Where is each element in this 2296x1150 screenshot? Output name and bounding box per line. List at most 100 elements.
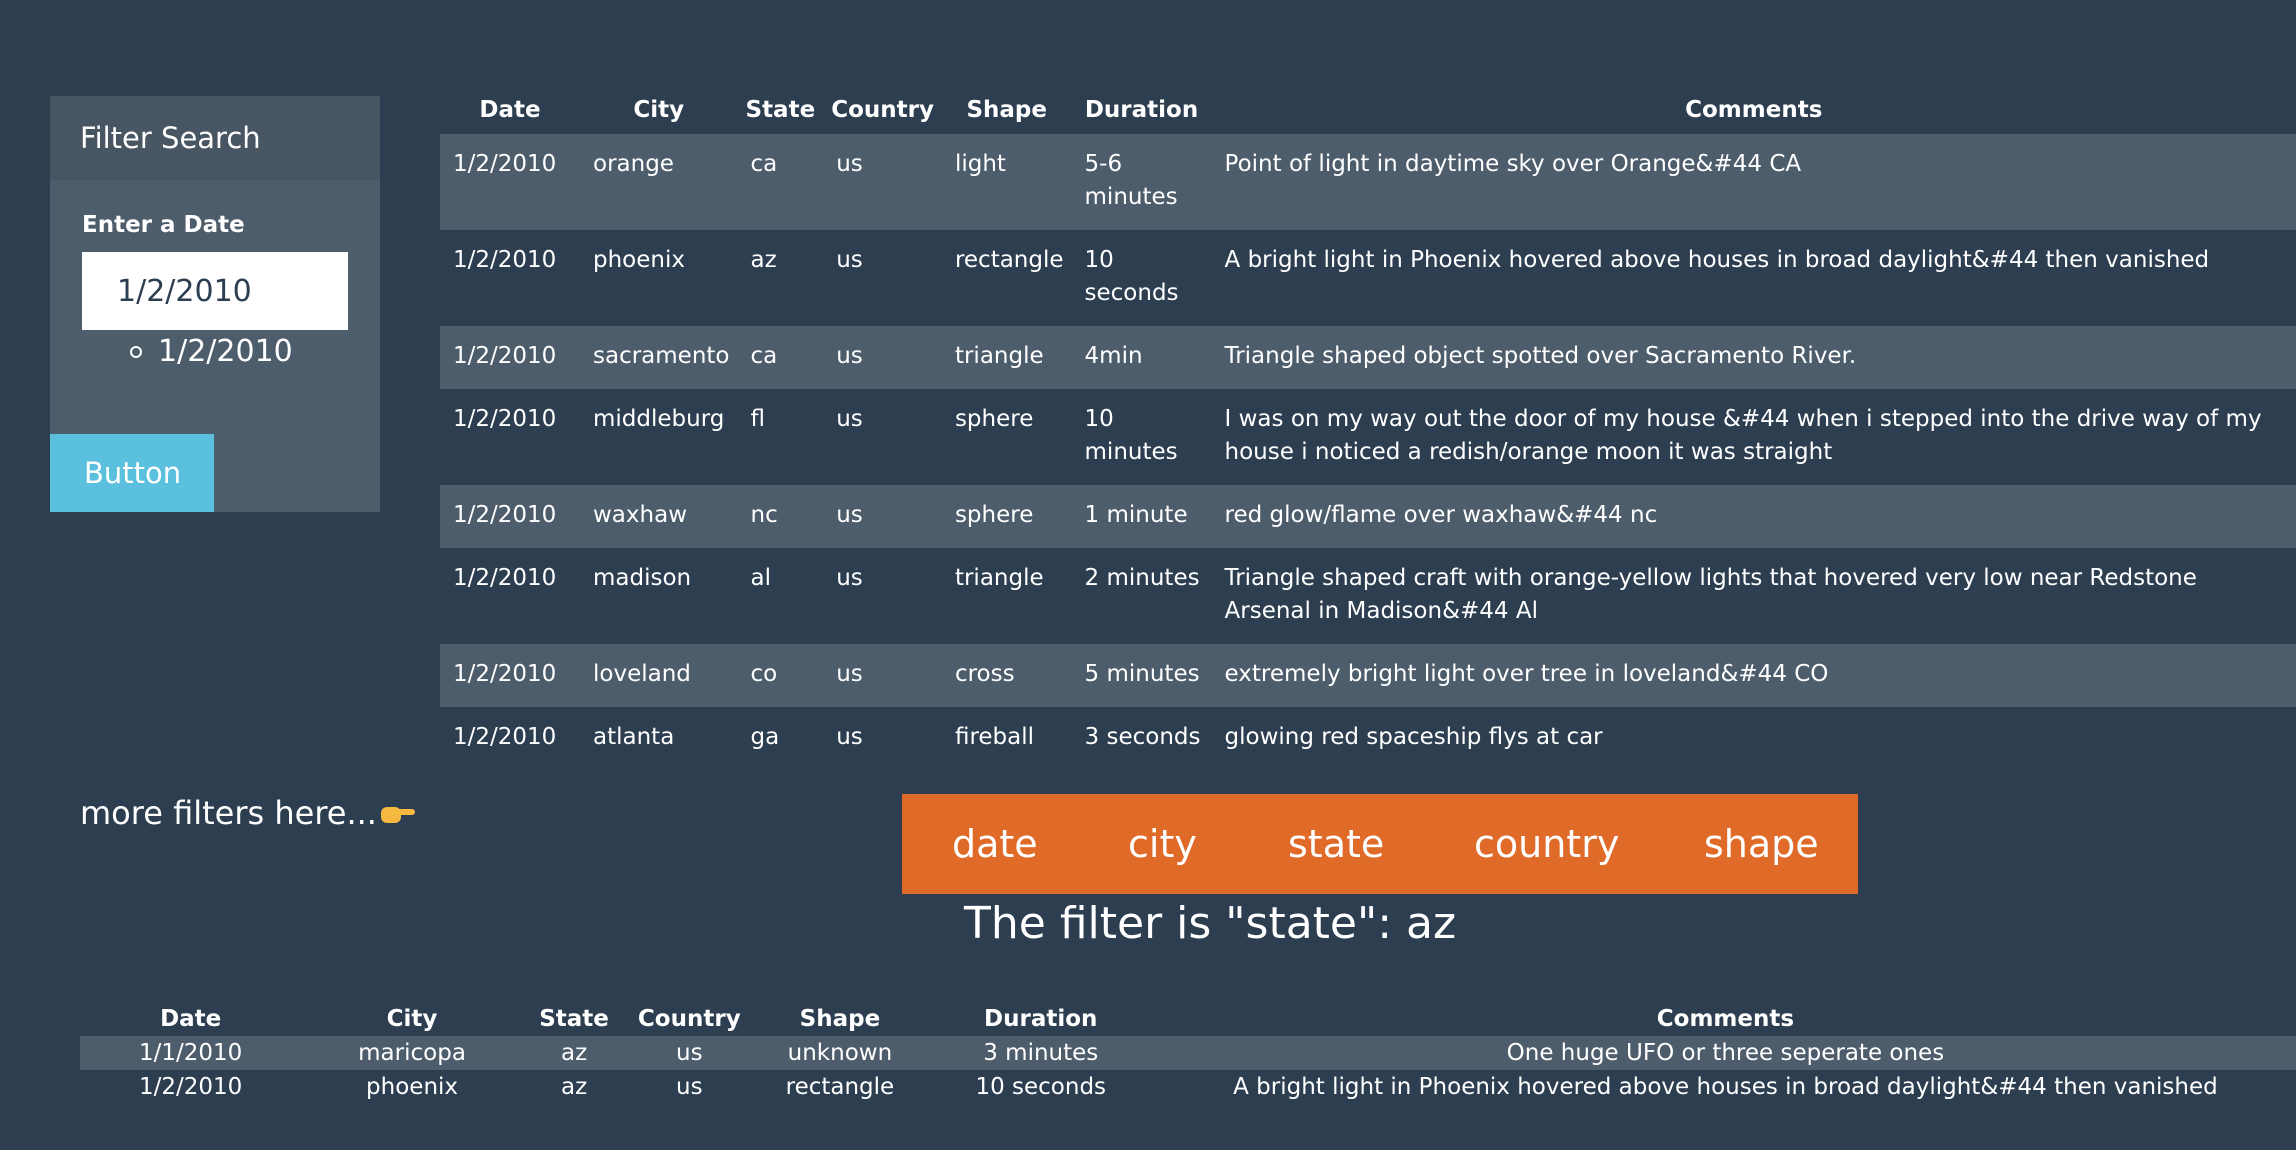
cell-city: orange [593, 151, 674, 177]
cell-comments: Triangle shaped craft with orange-yellow… [1224, 565, 2197, 624]
cell-country: us [836, 565, 863, 591]
cell-comments: A bright light in Phoenix hovered above … [1233, 1074, 2218, 1100]
cell-duration: 5-6 minutes [1084, 151, 1178, 210]
filtered-results-table: Date City State Country Shape Duration C… [80, 1002, 2296, 1104]
result-header-row: Date City State Country Shape Duration C… [80, 1002, 2296, 1036]
cell-city: sacramento [593, 343, 730, 369]
date-label: Enter a Date [82, 212, 245, 238]
cell-state: fl [750, 406, 766, 432]
cell-duration: 10 minutes [1084, 406, 1178, 465]
cell-shape: rectangle [785, 1074, 895, 1100]
cell-country: us [836, 343, 863, 369]
filter-button[interactable]: Button [50, 434, 214, 512]
table-row: 1/2/2010 middleburg fl us sphere 10 minutes I … [440, 389, 2296, 485]
cell-shape: sphere [954, 502, 1034, 528]
cell-state: co [750, 661, 778, 687]
filter-option-date[interactable]: date [952, 822, 1038, 866]
pointing-right-hand-icon [380, 803, 415, 823]
cell-shape: fireball [954, 724, 1035, 750]
cell-comments: Point of light in daytime sky over Orang… [1224, 151, 1802, 177]
cell-state: ga [750, 724, 780, 750]
cell-shape: rectangle [954, 247, 1064, 273]
cell-date: 1/2/2010 [453, 247, 557, 273]
cell-comments: glowing red spaceship flys at car [1224, 724, 1603, 750]
cell-state: ca [750, 151, 778, 177]
table-row: 1/2/2010 atlanta ga us fireball 3 seconds glow… [440, 707, 2296, 770]
cell-duration: 5 minutes [1084, 661, 1200, 687]
cell-country: us [836, 247, 863, 273]
cell-state: nc [750, 502, 778, 528]
result-header-comments: Comments [1656, 1006, 1795, 1032]
date-suggestion[interactable]: 1/2/2010 [130, 334, 293, 369]
cell-country: us [676, 1040, 703, 1066]
cell-state: az [560, 1040, 588, 1066]
table-row: 1/2/2010 loveland co us cross 5 minutes extrem… [440, 644, 2296, 707]
ufo-table: Date City State Country Shape Duration C… [440, 86, 2296, 770]
cell-country: us [676, 1074, 703, 1100]
header-city: City [633, 97, 685, 123]
result-header-country: Country [637, 1006, 741, 1032]
table-row: 1/2/2010 waxhaw nc us sphere 1 minute red glow… [440, 485, 2296, 548]
cell-comments: extremely bright light over tree in love… [1224, 661, 1829, 687]
filter-option-shape[interactable]: shape [1704, 822, 1819, 866]
cell-date: 1/1/2010 [139, 1040, 243, 1066]
header-state: State [745, 97, 816, 123]
result-header-state: State [539, 1006, 609, 1032]
cell-city: middleburg [593, 406, 725, 432]
table-row: 1/2/2010 madison al us triangle 2 minutes Tria… [440, 548, 2296, 644]
cell-shape: sphere [954, 406, 1034, 432]
bullet-icon [130, 345, 142, 358]
cell-duration: 3 minutes [983, 1040, 1099, 1066]
cell-city: madison [593, 565, 692, 591]
cell-country: us [836, 406, 863, 432]
cell-date: 1/2/2010 [453, 151, 557, 177]
filter-panel: Filter Search Enter a Date 1/2/2010 Butt… [50, 96, 380, 512]
table-row: 1/2/2010 orange ca us light 5-6 minutes Point … [440, 134, 2296, 230]
cell-duration: 10 seconds [1084, 247, 1179, 306]
table-row: 1/2/2010 phoenix az us rectangle 10 seconds A … [440, 230, 2296, 326]
date-input[interactable] [82, 252, 348, 330]
result-header-city: City [386, 1006, 438, 1032]
cell-state: az [750, 247, 777, 273]
cell-comments: One huge UFO or three seperate ones [1506, 1040, 1945, 1066]
header-comments: Comments [1685, 97, 1823, 123]
cell-date: 1/2/2010 [139, 1074, 243, 1100]
filter-option-city[interactable]: city [1128, 822, 1197, 866]
cell-comments: Triangle shaped object spotted over Sacr… [1224, 343, 1857, 369]
cell-date: 1/2/2010 [453, 406, 557, 432]
result-header-date: Date [160, 1006, 222, 1032]
filter-status: The filter is "state": az [964, 898, 1457, 949]
cell-comments: I was on my way out the door of my house… [1224, 406, 2262, 465]
header-duration: Duration [1084, 97, 1199, 123]
result-header-duration: Duration [984, 1006, 1098, 1032]
filter-bar: date city state country shape [902, 794, 1858, 894]
cell-city: phoenix [366, 1074, 459, 1100]
cell-country: us [836, 724, 863, 750]
header-shape: Shape [966, 97, 1047, 123]
cell-shape: triangle [954, 343, 1044, 369]
cell-shape: cross [954, 661, 1015, 687]
cell-comments: A bright light in Phoenix hovered above … [1224, 247, 2210, 273]
result-row: 1/2/2010 phoenix az us rectangle 10 seconds A … [80, 1070, 2296, 1104]
cell-date: 1/2/2010 [453, 724, 557, 750]
cell-duration: 2 minutes [1084, 565, 1200, 591]
cell-city: atlanta [593, 724, 675, 750]
filter-option-state[interactable]: state [1288, 822, 1384, 866]
cell-date: 1/2/2010 [453, 502, 557, 528]
header-country: Country [831, 97, 934, 123]
more-filters-label: more filters here... [80, 794, 415, 832]
cell-shape: triangle [954, 565, 1044, 591]
cell-shape: unknown [787, 1040, 893, 1066]
cell-duration: 1 minute [1084, 502, 1188, 528]
cell-comments: red glow/flame over waxhaw&#44 nc [1224, 502, 1658, 528]
filter-option-country[interactable]: country [1474, 822, 1619, 866]
cell-city: phoenix [593, 247, 685, 273]
result-header-shape: Shape [799, 1006, 881, 1032]
cell-city: maricopa [358, 1040, 466, 1066]
cell-date: 1/2/2010 [453, 343, 557, 369]
table-header-row: Date City State Country Shape Duration C… [440, 86, 2296, 134]
cell-city: loveland [593, 661, 691, 687]
cell-state: az [560, 1074, 588, 1100]
cell-date: 1/2/2010 [453, 661, 557, 687]
cell-state: al [750, 565, 771, 591]
